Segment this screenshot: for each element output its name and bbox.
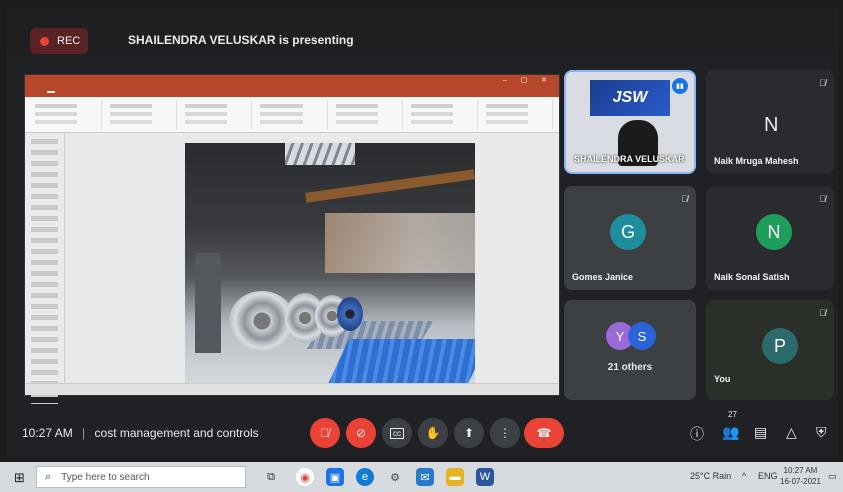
- warehouse-photo: [185, 143, 475, 387]
- taskbar-search[interactable]: ⌕ Type here to search: [36, 466, 246, 488]
- presenter-name: SHAILENDRA VELUSKAR: [574, 154, 685, 164]
- chat-button[interactable]: ▤: [754, 424, 767, 441]
- clock-date: 16-07-2021: [780, 477, 821, 486]
- presenter-tile[interactable]: JSW ▮▮ SHAILENDRA VELUSKAR: [564, 70, 696, 174]
- folder-icon: ▬: [449, 471, 461, 483]
- chrome-taskbar-button[interactable]: ◉: [296, 468, 314, 486]
- participant-initial: N: [764, 114, 779, 136]
- record-dot-icon: [40, 36, 49, 46]
- edge-taskbar-button[interactable]: e: [356, 468, 374, 486]
- captions-icon: cc: [390, 427, 404, 439]
- more-options-button[interactable]: ⋮: [490, 418, 520, 448]
- shared-screen: – ▢ ✕: [24, 74, 560, 408]
- windows-start-button[interactable]: ⊞: [14, 470, 25, 486]
- captions-button[interactable]: cc: [382, 418, 412, 448]
- presenting-text: SHAILENDRA VELUSKAR is presenting: [128, 33, 354, 47]
- top-bar: REC SHAILENDRA VELUSKAR is presenting: [6, 8, 838, 54]
- participant-tile[interactable]: 🎙̸ N Naik Sonal Satish: [706, 186, 834, 290]
- others-tile[interactable]: Y S 21 others: [564, 300, 696, 400]
- chrome-icon: ◉: [300, 471, 310, 484]
- windows-logo-icon: ⊞: [14, 470, 25, 485]
- activities-icon: △: [786, 424, 797, 440]
- participant-avatar: N: [756, 214, 792, 250]
- info-icon: ⓘ: [690, 426, 704, 442]
- file-explorer-button[interactable]: ▬: [446, 468, 464, 486]
- others-count: 21 others: [607, 362, 653, 373]
- shield-icon: ⛨: [816, 424, 827, 440]
- meeting-control-bar: 10:27 AM | cost management and controls …: [6, 404, 838, 456]
- app-taskbar-button[interactable]: ▣: [326, 468, 344, 486]
- task-view-button[interactable]: ⧉: [262, 468, 280, 486]
- window-controls-icon: – ▢ ✕: [502, 77, 553, 84]
- more-vert-icon: ⋮: [499, 426, 511, 440]
- participant-tile[interactable]: 🎙̸ N Naik Mruga Mahesh: [706, 70, 834, 174]
- ppt-title-bar: – ▢ ✕: [25, 75, 559, 87]
- slide-canvas: [65, 133, 559, 387]
- rec-label: REC: [57, 35, 81, 47]
- meeting-time: 10:27 AM: [22, 426, 73, 440]
- settings-taskbar-button[interactable]: ⚙: [386, 468, 404, 486]
- screen: REC SHAILENDRA VELUSKAR is presenting – …: [6, 8, 838, 456]
- mic-off-icon: 🎙̸: [819, 78, 826, 88]
- ppt-ribbon: [25, 97, 559, 133]
- system-clock[interactable]: 10:27 AM 16-07-2021: [780, 465, 821, 487]
- host-controls-button[interactable]: ⛨: [816, 424, 827, 441]
- ppt-ribbon-tabs: [25, 87, 559, 97]
- raise-hand-button[interactable]: ✋: [418, 418, 448, 448]
- notifications-icon[interactable]: ▭: [828, 471, 837, 482]
- meeting-info: 10:27 AM | cost management and controls: [22, 426, 259, 440]
- app-icon: ▣: [329, 471, 341, 484]
- participant-name: Naik Mruga Mahesh: [714, 156, 799, 166]
- mic-off-icon: 🎙̸: [819, 308, 826, 318]
- ppt-status-bar: [25, 383, 559, 395]
- edge-icon: e: [361, 471, 369, 483]
- jsw-logo: JSW: [590, 80, 670, 116]
- participant-name: You: [714, 374, 731, 384]
- search-icon: ⌕: [45, 470, 52, 483]
- meeting-details-button[interactable]: ⓘ: [690, 424, 704, 444]
- word-icon: W: [479, 471, 491, 483]
- participant-tile[interactable]: 🎙̸ G Gomes Janice: [564, 186, 696, 290]
- slide-thumbnails: [25, 133, 65, 408]
- mic-off-icon: 🎙̸: [819, 194, 826, 204]
- chat-icon: ▤: [754, 424, 768, 440]
- camera-toggle-button[interactable]: ⊘: [346, 418, 376, 448]
- hang-up-icon: ☎: [536, 426, 552, 440]
- participant-avatar: G: [610, 214, 646, 250]
- participant-name: Gomes Janice: [572, 272, 634, 282]
- word-taskbar-button[interactable]: W: [476, 468, 494, 486]
- present-button[interactable]: ⬆: [454, 418, 484, 448]
- meeting-title: cost management and controls: [94, 426, 259, 440]
- mail-taskbar-button[interactable]: ✉: [416, 468, 434, 486]
- camera-off-icon: ⊘: [355, 426, 367, 440]
- weather-widget[interactable]: 25°C Rain: [690, 471, 731, 481]
- mic-off-icon: 🎙̸: [681, 194, 688, 204]
- separator: |: [82, 426, 86, 440]
- participant-avatar: P: [762, 328, 798, 364]
- gear-icon: ⚙: [390, 471, 400, 484]
- search-placeholder: Type here to search: [61, 471, 150, 483]
- task-view-icon: ⧉: [267, 470, 275, 483]
- clock-time: 10:27 AM: [783, 466, 818, 475]
- leave-call-button[interactable]: ☎: [524, 418, 564, 448]
- mic-off-icon: 🎙̸: [320, 426, 330, 440]
- present-screen-icon: ⬆: [463, 426, 475, 440]
- speaking-indicator-icon: ▮▮: [672, 78, 688, 94]
- participant-avatar: S: [628, 322, 656, 350]
- self-tile[interactable]: 🎙̸ P You: [706, 300, 834, 400]
- participant-name: Naik Sonal Satish: [714, 272, 790, 282]
- language-indicator[interactable]: ENG: [758, 471, 778, 481]
- tray-expand-icon[interactable]: ^: [742, 471, 746, 481]
- mic-toggle-button[interactable]: 🎙̸: [310, 418, 340, 448]
- hand-icon: ✋: [425, 426, 441, 440]
- activities-button[interactable]: △: [786, 424, 797, 441]
- mail-icon: ✉: [420, 471, 430, 484]
- participant-count-badge: 27: [728, 410, 737, 419]
- people-button[interactable]: 👥: [722, 424, 739, 441]
- people-icon: 👥: [722, 424, 740, 440]
- recording-indicator: REC: [30, 28, 88, 54]
- windows-taskbar: ⊞ ⌕ Type here to search ⧉ ◉ ▣ e ⚙ ✉ ▬ W …: [0, 462, 843, 492]
